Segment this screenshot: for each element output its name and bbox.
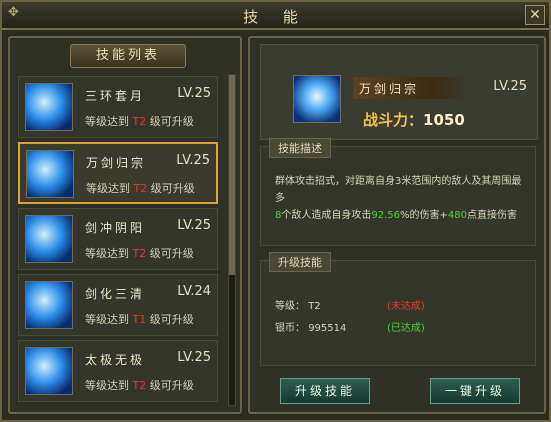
skill-requirement: 等级达到 T2 级可升级 [86, 182, 195, 195]
title-bar: ✥ 技 能 ✕ [2, 2, 549, 30]
silver-status: (已达成) [387, 323, 425, 334]
scroll-thumb[interactable] [229, 75, 235, 275]
skill-requirement: 等级达到 T1 级可升级 [85, 313, 194, 326]
upgrade-skill-button[interactable]: 升级技能 [280, 378, 370, 404]
skill-list-scrollbar[interactable] [228, 74, 236, 406]
skill-name: 剑化三清 [85, 287, 146, 301]
skill-item[interactable]: 剑化三清 LV.24 等级达到 T1 级可升级 [18, 274, 218, 336]
level-requirement: 等级： T2 [275, 301, 321, 312]
skill-item[interactable]: 太极无极 LV.25 等级达到 T2 级可升级 [18, 340, 218, 402]
skill-description: 群体攻击招式，对距离自身3米范围内的敌人及其周围最多 8个敌人造成自身攻击92.… [275, 176, 522, 221]
window-title: 技 能 [243, 8, 308, 26]
detail-skill-level: LV.25 [493, 79, 527, 94]
skill-item-selected[interactable]: 万剑归宗 LV.25 等级达到 T2 级可升级 [18, 142, 218, 204]
skill-icon-sword-ring [25, 83, 73, 131]
skill-list-header: 技能列表 [70, 44, 186, 68]
level-status: (未达成) [387, 301, 425, 312]
skill-name: 太极无极 [85, 353, 146, 367]
skill-window: ✥ 技 能 ✕ 技能列表 三环套月 LV.25 等级达到 T2 级可升级 万剑归… [0, 0, 551, 422]
skill-requirement: 等级达到 T2 级可升级 [85, 247, 194, 260]
skill-item[interactable]: 剑冲阴阳 LV.25 等级达到 T2 级可升级 [18, 208, 218, 270]
skill-requirement: 等级达到 T2 级可升级 [85, 115, 194, 128]
silver-requirement: 银币： 995514 [275, 323, 347, 334]
skill-icon-taiji [25, 347, 73, 395]
skill-list-panel: 技能列表 三环套月 LV.25 等级达到 T2 级可升级 万剑归宗 LV.25 … [8, 36, 242, 414]
combat-power: 战斗力：1050 [363, 111, 465, 129]
skill-level: LV.25 [177, 86, 211, 101]
skill-requirement: 等级达到 T2 级可升级 [85, 379, 194, 392]
one-click-upgrade-button[interactable]: 一键升级 [430, 378, 520, 404]
upgrade-section: 升级技能 等级： T2 (未达成) 银币： 995514 (已达成) [260, 252, 536, 366]
skill-icon-swords-large [293, 75, 341, 123]
description-title: 技能描述 [269, 138, 331, 158]
skill-item[interactable]: 三环套月 LV.25 等级达到 T2 级可升级 [18, 76, 218, 138]
close-icon[interactable]: ✕ [525, 5, 545, 25]
skill-icon-yin-yang [25, 215, 73, 263]
skill-level: LV.24 [177, 284, 211, 299]
skill-description-section: 技能描述 群体攻击招式，对距离自身3米范围内的敌人及其周围最多 8个敌人造成自身… [260, 138, 536, 246]
upgrade-title: 升级技能 [269, 252, 331, 272]
skill-detail-panel: 万剑归宗 LV.25 战斗力：1050 技能描述 群体攻击招式，对距离自身3米范… [248, 36, 546, 414]
skill-name: 三环套月 [85, 89, 146, 103]
skill-name: 剑冲阴阳 [85, 221, 146, 235]
skill-level: LV.25 [177, 350, 211, 365]
skill-detail-header: 万剑归宗 LV.25 战斗力：1050 [260, 44, 538, 140]
skill-level: LV.25 [177, 218, 211, 233]
skill-name: 万剑归宗 [86, 156, 147, 170]
skill-icon-whirl [25, 281, 73, 329]
skill-icon-swords [26, 150, 74, 198]
detail-skill-name: 万剑归宗 [359, 82, 420, 96]
skill-level: LV.25 [176, 153, 210, 168]
